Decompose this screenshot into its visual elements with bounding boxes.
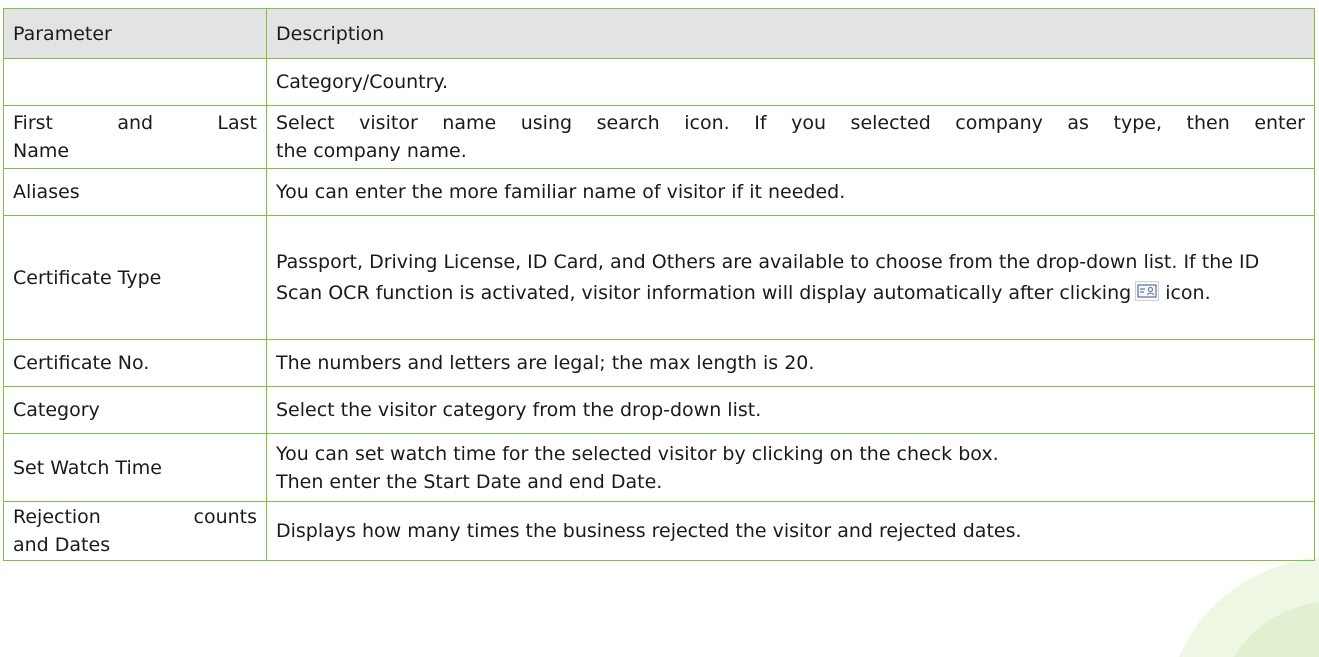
row-parameter: First and Last Name — [3, 105, 267, 169]
row-description-text: Passport, Driving License, ID Card, and … — [276, 250, 1260, 304]
table-header-row: Parameter Description — [3, 8, 1315, 59]
table-row: Category Select the visitor category fro… — [3, 386, 1315, 434]
row-parameter-line: First and Last — [13, 112, 257, 134]
row-description: Displays how many times the business rej… — [266, 501, 1315, 561]
row-description-line: the company name. — [276, 140, 467, 162]
row-description-line: Then enter the Start Date and end Date. — [276, 470, 663, 493]
row-parameter-line: Name — [13, 140, 70, 162]
row-parameter-line: Rejection counts — [13, 506, 257, 528]
row-description: Category/Country. — [266, 58, 1315, 106]
row-description-line: Select visitor name using search icon. I… — [276, 112, 1305, 134]
header-description: Description — [266, 8, 1315, 59]
row-parameter: Rejection counts and Dates — [3, 501, 267, 561]
table-row: Category/Country. — [3, 58, 1315, 106]
row-description: You can enter the more familiar name of … — [266, 168, 1315, 216]
table-row: Certificate No. The numbers and letters … — [3, 339, 1315, 387]
table-row: Certificate Type Passport, Driving Licen… — [3, 215, 1315, 340]
row-description-line: You can set watch time for the selected … — [276, 442, 999, 465]
row-description: Passport, Driving License, ID Card, and … — [266, 215, 1315, 340]
row-parameter — [3, 58, 267, 106]
table-row: Rejection counts and Dates Displays how … — [3, 501, 1315, 561]
row-parameter: Certificate No. — [3, 339, 267, 387]
parameter-table: Parameter Description Category/Country. … — [3, 8, 1315, 561]
table-row: First and Last Name Select visitor name … — [3, 105, 1315, 169]
row-description: Select the visitor category from the dro… — [266, 386, 1315, 434]
row-description-text: icon. — [1165, 281, 1211, 304]
table-row: Set Watch Time You can set watch time fo… — [3, 433, 1315, 502]
table-row: Aliases You can enter the more familiar … — [3, 168, 1315, 216]
row-parameter: Category — [3, 386, 267, 434]
row-parameter: Set Watch Time — [3, 433, 267, 502]
row-description: You can set watch time for the selected … — [266, 433, 1315, 502]
row-parameter: Certificate Type — [3, 215, 267, 340]
row-description: Select visitor name using search icon. I… — [266, 105, 1315, 169]
header-parameter: Parameter — [3, 8, 267, 59]
id-scan-icon — [1135, 280, 1160, 301]
row-parameter: Aliases — [3, 168, 267, 216]
row-parameter-line: and Dates — [13, 534, 111, 556]
row-description: The numbers and letters are legal; the m… — [266, 339, 1315, 387]
